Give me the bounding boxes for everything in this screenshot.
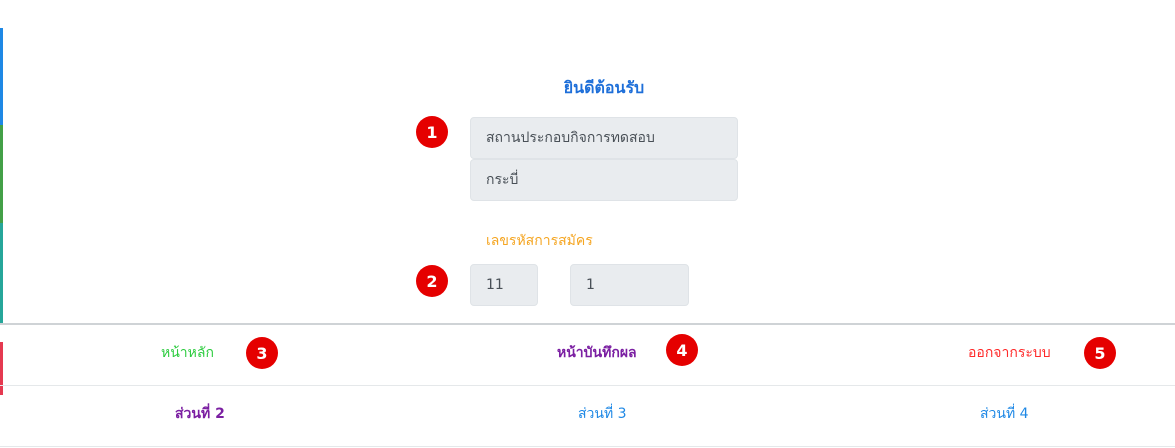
- nav-part2-link[interactable]: ส่วนที่ 2: [175, 404, 225, 424]
- callout-badge-4: 4: [666, 334, 698, 366]
- left-edge-accent-blue: [0, 28, 3, 125]
- callout-badge-2: 2: [416, 265, 448, 297]
- nav-bottom-divider: [0, 446, 1175, 447]
- callout-badge-3: 3: [246, 337, 278, 369]
- callout-badge-1: 1: [416, 116, 448, 148]
- welcome-title: ยินดีต้อนรับ: [563, 78, 645, 97]
- left-edge-accent-green: [0, 125, 3, 223]
- nav-row-divider: [0, 385, 1175, 386]
- left-edge-accent-red: [0, 342, 3, 395]
- callout-badge-5: 5: [1084, 337, 1116, 369]
- nav-home-link[interactable]: หน้าหลัก: [161, 343, 214, 363]
- registration-code-part2-field[interactable]: 1: [570, 264, 689, 306]
- nav-top-divider: [0, 323, 1175, 325]
- nav-part3-link[interactable]: ส่วนที่ 3: [578, 404, 627, 424]
- province-field[interactable]: กระบี่: [470, 159, 738, 201]
- nav-part4-link[interactable]: ส่วนที่ 4: [980, 404, 1029, 424]
- registration-code-label: เลขรหัสการสมัคร: [486, 233, 593, 249]
- registration-code-part1-field[interactable]: 11: [470, 264, 538, 306]
- establishment-name-field[interactable]: สถานประกอบกิจการทดสอบ: [470, 117, 738, 159]
- nav-record-results-link[interactable]: หน้าบันทึกผล: [557, 343, 637, 363]
- nav-logout-link[interactable]: ออกจากระบบ: [968, 343, 1051, 363]
- left-edge-accent-teal: [0, 223, 3, 323]
